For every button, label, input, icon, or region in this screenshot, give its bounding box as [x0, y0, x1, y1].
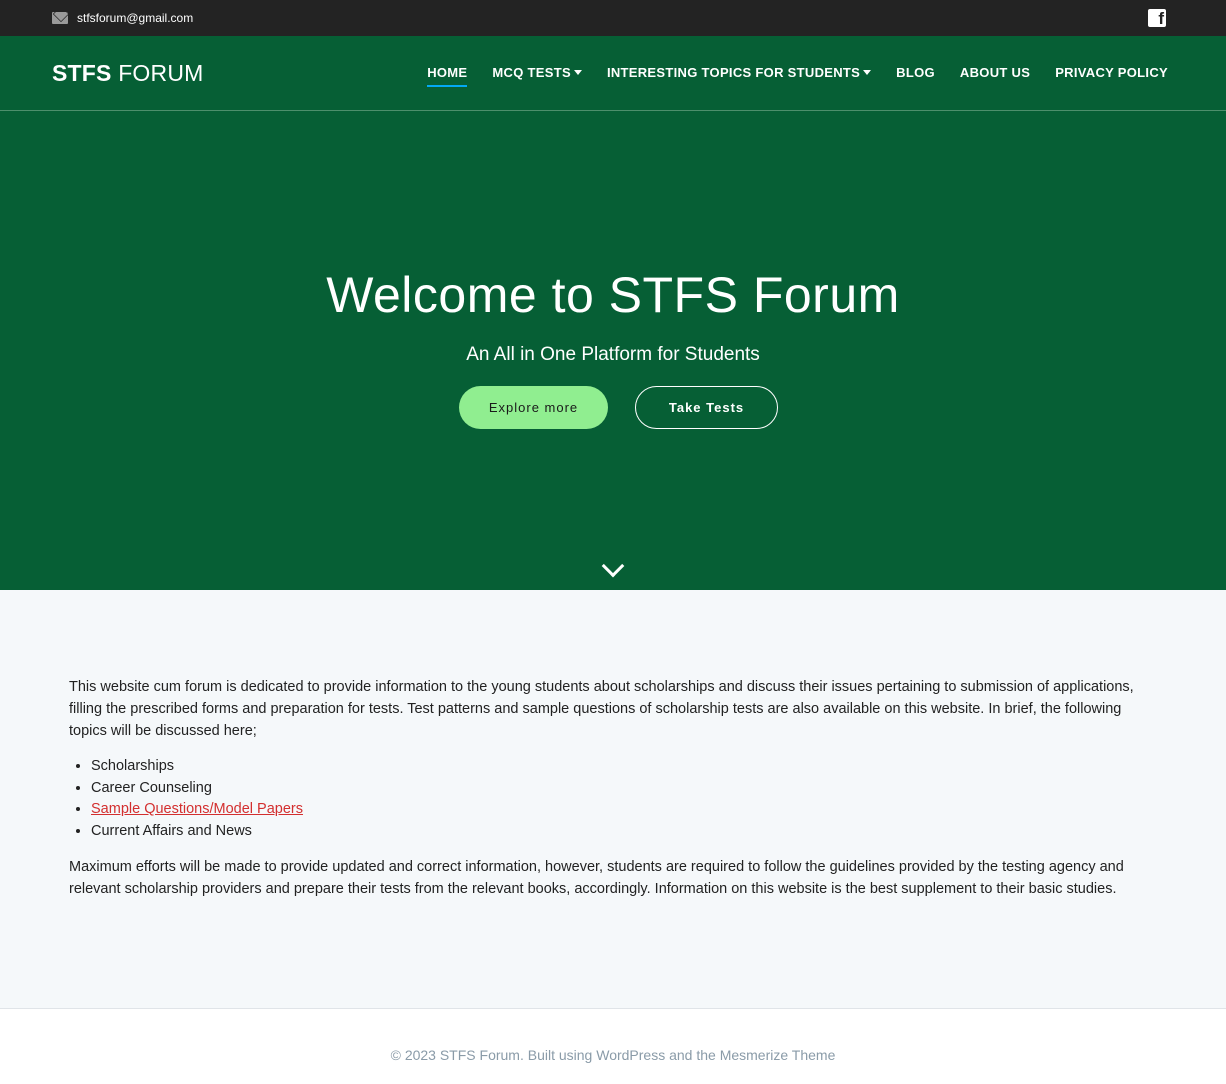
list-item: Current Affairs and News — [91, 821, 1144, 843]
main-content: This website cum forum is dedicated to p… — [0, 590, 1226, 1008]
nav-item-home[interactable]: HOME — [427, 64, 468, 87]
main-menu: HOME MCQ TESTS INTERESTING TOPICS FOR ST… — [402, 64, 1168, 87]
nav-item-label: PRIVACY POLICY — [1055, 64, 1168, 80]
sample-questions-link[interactable]: Sample Questions/Model Papers — [91, 801, 303, 817]
hero-content: Welcome to STFS Forum An All in One Plat… — [0, 266, 1226, 429]
chevron-down-icon[interactable] — [601, 554, 625, 578]
nav-item-label: MCQ TESTS — [492, 64, 571, 80]
nav-item-about-us[interactable]: ABOUT US — [960, 65, 1030, 82]
site-logo[interactable]: STFS FORUM — [52, 60, 204, 87]
logo-light-text: FORUM — [118, 59, 204, 86]
nav-item-label: INTERESTING TOPICS FOR STUDENTS — [606, 64, 861, 80]
footer-copyright: © 2023 STFS Forum. Built using WordPress… — [390, 1047, 836, 1063]
topics-list: Scholarships Career Counseling Sample Qu… — [91, 756, 1144, 842]
nav-item-privacy-policy[interactable]: PRIVACY POLICY — [1055, 65, 1168, 82]
contact-email[interactable]: stfsforum@gmail.com — [52, 11, 193, 25]
logo-bold-text: STFS — [52, 59, 112, 86]
envelope-icon — [52, 12, 68, 24]
take-tests-button[interactable]: Take Tests — [635, 386, 778, 429]
outro-paragraph: Maximum efforts will be made to provide … — [69, 859, 1124, 897]
caret-down-icon — [863, 69, 872, 75]
nav-item-label: HOME — [427, 64, 468, 80]
hero-subtitle: An All in One Platform for Students — [466, 344, 760, 365]
contact-email-text: stfsforum@gmail.com — [77, 11, 194, 25]
top-bar: stfsforum@gmail.com f — [0, 0, 1226, 36]
list-item: Career Counseling — [91, 778, 1144, 800]
nav-item-label: BLOG — [896, 64, 935, 80]
nav-item-mcq-tests[interactable]: MCQ TESTS — [492, 65, 582, 82]
list-item: Scholarships — [91, 756, 1144, 778]
hero-title: Welcome to STFS Forum — [326, 267, 900, 323]
list-item: Sample Questions/Model Papers — [91, 799, 1144, 821]
caret-down-icon — [573, 69, 582, 75]
nav-item-label: ABOUT US — [959, 64, 1031, 80]
nav-item-interesting-topics[interactable]: INTERESTING TOPICS FOR STUDENTS — [606, 64, 872, 82]
hero-buttons: Explore more Take Tests — [11, 386, 1226, 429]
nav-item-blog[interactable]: BLOG — [896, 65, 935, 82]
facebook-icon[interactable]: f — [1148, 9, 1166, 27]
main-navbar: STFS FORUM HOME MCQ TESTS INTERESTING TO… — [0, 36, 1226, 111]
intro-paragraph: This website cum forum is dedicated to p… — [69, 679, 1134, 739]
footer: © 2023 STFS Forum. Built using WordPress… — [0, 1008, 1226, 1084]
explore-more-button[interactable]: Explore more — [459, 386, 608, 429]
hero-section: STFS FORUM HOME MCQ TESTS INTERESTING TO… — [0, 36, 1226, 590]
